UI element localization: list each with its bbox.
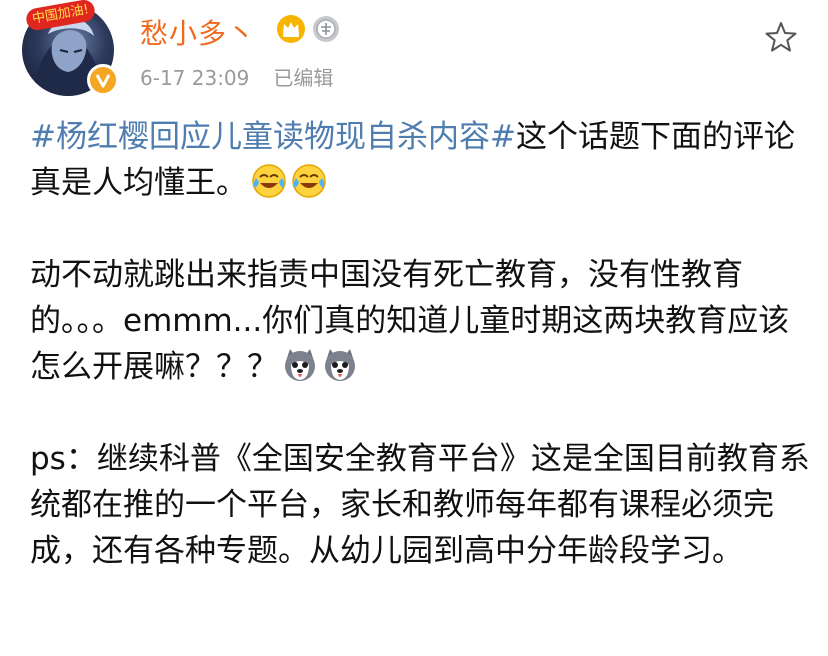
post-timestamp: 6-17 23:09 bbox=[140, 66, 250, 90]
husky-emoji bbox=[285, 349, 315, 381]
husky-emoji bbox=[325, 349, 355, 381]
topic-hashtag-link[interactable]: #杨红樱回应儿童读物现自杀内容# bbox=[30, 119, 516, 155]
weibo-post: 中国加油! 愁小多丶 6-17 23:09 已编辑 #杨红樱回应儿童读物现自杀内容… bbox=[0, 0, 828, 656]
medal-icon[interactable] bbox=[312, 15, 340, 43]
laugh-cry-emoji bbox=[252, 164, 286, 198]
post-content: #杨红樱回应儿童读物现自杀内容#这个话题下面的评论真是人均懂王。 动不动就跳出来… bbox=[30, 114, 810, 574]
avatar-container[interactable]: 中国加油! bbox=[22, 0, 119, 100]
post-paragraph-1: #杨红樱回应儿童读物现自杀内容#这个话题下面的评论真是人均懂王。 bbox=[30, 114, 810, 206]
crown-icon[interactable] bbox=[276, 14, 306, 44]
post-meta: 6-17 23:09 已编辑 bbox=[140, 62, 333, 91]
post-paragraph-3: ps：继续科普《全国安全教育平台》这是全国目前教育系统都在推的一个平台，家长和教… bbox=[30, 441, 810, 569]
post-paragraph-2: 动不动就跳出来指责中国没有死亡教育，没有性教育的。。。emmm...你们真的知道… bbox=[30, 252, 810, 390]
paragraph-2-text: 动不动就跳出来指责中国没有死亡教育，没有性教育的。。。emmm...你们真的知道… bbox=[30, 257, 790, 385]
laugh-cry-emoji bbox=[292, 164, 326, 198]
username[interactable]: 愁小多丶 bbox=[140, 12, 256, 52]
star-icon[interactable] bbox=[764, 20, 798, 54]
verified-badge-icon bbox=[87, 64, 119, 96]
edited-label[interactable]: 已编辑 bbox=[273, 66, 333, 90]
